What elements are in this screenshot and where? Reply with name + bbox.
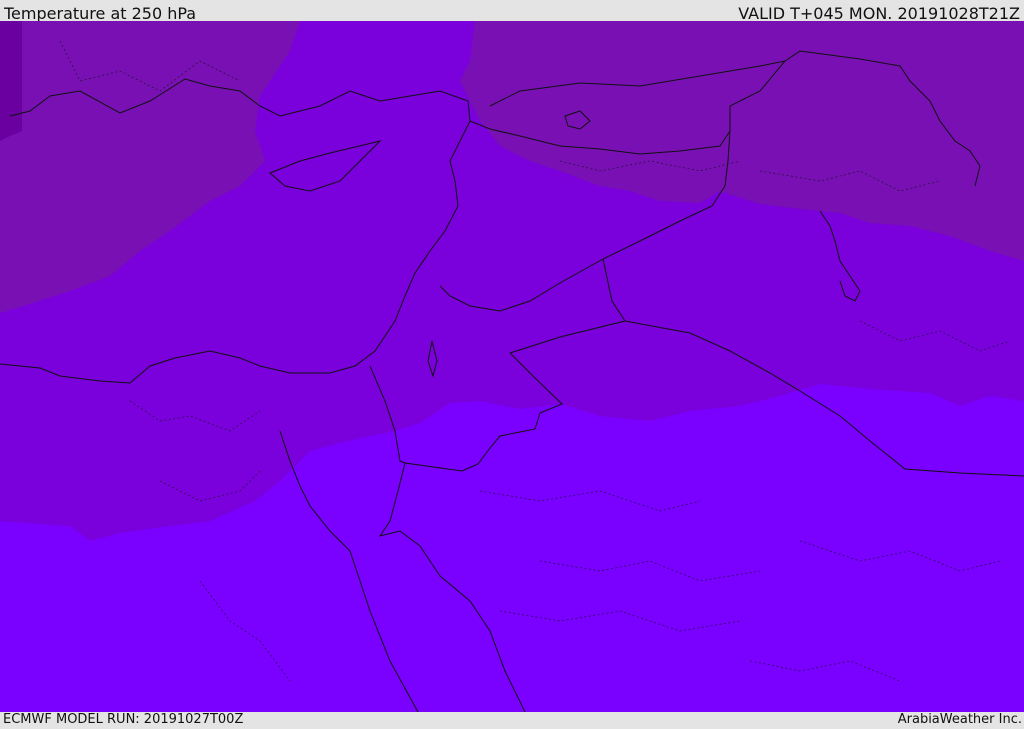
weather-map-page: Temperature at 250 hPa VALID T+045 MON. …	[0, 0, 1024, 729]
credit-label: ArabiaWeather Inc.	[897, 712, 1022, 727]
model-run-label: ECMWF MODEL RUN: 20191027T00Z	[3, 712, 244, 727]
temperature-band-coldest	[0, 21, 22, 141]
temperature-map	[0, 21, 1024, 712]
